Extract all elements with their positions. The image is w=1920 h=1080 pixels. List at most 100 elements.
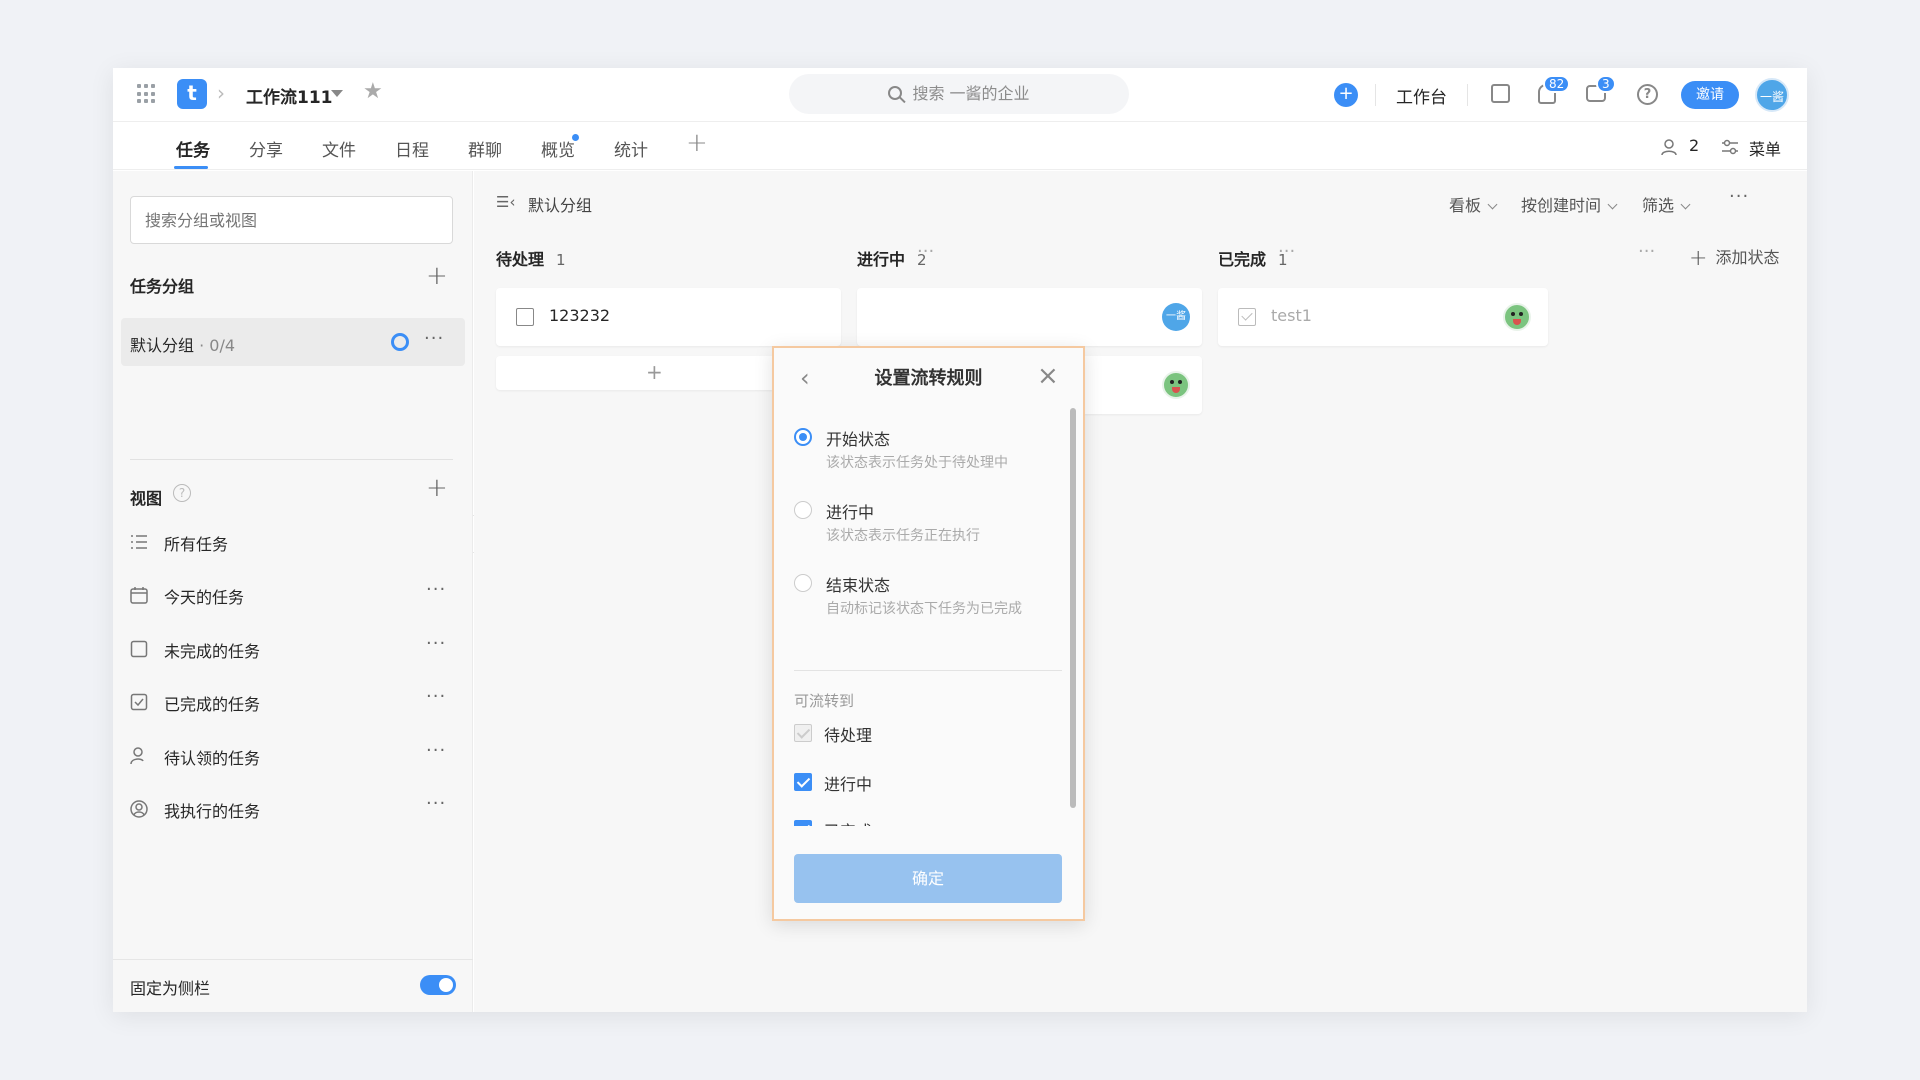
global-search[interactable]: 搜索 一酱的企业 bbox=[789, 74, 1129, 114]
view-label: 我执行的任务 bbox=[164, 802, 261, 821]
dialog-body: 开始状态 该状态表示任务处于待处理中 进行中 该状态表示任务正在执行 结束状态 … bbox=[774, 406, 1083, 826]
app-grid-icon[interactable] bbox=[137, 84, 157, 104]
tab-group-chat[interactable]: 群聊 bbox=[468, 136, 502, 161]
radio-end-state[interactable] bbox=[794, 574, 812, 592]
task-title: 123232 bbox=[549, 306, 611, 325]
task-title: test1 bbox=[1271, 306, 1312, 325]
app-window: t › 工作流111 ★ 搜索 一酱的企业 + 工作台 82 3 ? 邀请 一酱… bbox=[113, 68, 1807, 1012]
pin-sidebar-toggle[interactable] bbox=[420, 975, 456, 995]
menu-button[interactable]: 菜单 bbox=[1749, 136, 1781, 160]
members-count[interactable]: 2 bbox=[1689, 136, 1699, 155]
tab-files[interactable]: 文件 bbox=[322, 136, 356, 161]
task-card[interactable]: 123232 bbox=[496, 288, 841, 346]
default-group-count: · 0/4 bbox=[199, 336, 236, 355]
views-title: 视图 bbox=[130, 489, 163, 508]
app-logo[interactable]: t bbox=[177, 79, 207, 109]
filter-dropdown[interactable]: 筛选 bbox=[1642, 192, 1691, 216]
sidebar-item-finished-tasks[interactable]: 已完成的任务 ··· bbox=[130, 686, 460, 718]
tab-tasks[interactable]: 任务 bbox=[176, 136, 210, 161]
option-title[interactable]: 开始状态 bbox=[826, 426, 890, 450]
sidebar-item-all-tasks[interactable]: 所有任务 bbox=[130, 528, 460, 558]
user-avatar[interactable]: 一酱 bbox=[1755, 78, 1789, 112]
more-icon[interactable]: ··· bbox=[426, 793, 446, 814]
radio-start-state[interactable] bbox=[794, 428, 812, 446]
more-icon[interactable]: ··· bbox=[426, 633, 446, 654]
option-title[interactable]: 结束状态 bbox=[826, 572, 890, 596]
dialog-scrollbar[interactable] bbox=[1070, 408, 1076, 808]
transitions-title: 可流转到 bbox=[794, 692, 855, 710]
list-icon bbox=[131, 535, 147, 549]
add-status-button[interactable]: + 添加状态 bbox=[1689, 244, 1779, 271]
task-card[interactable]: 一酱 bbox=[857, 288, 1202, 346]
checked-square-icon bbox=[130, 693, 148, 711]
divider bbox=[1467, 84, 1468, 106]
view-label: 所有任务 bbox=[164, 535, 229, 554]
calendar-icon[interactable] bbox=[1491, 84, 1510, 103]
project-title[interactable]: 工作流111 bbox=[246, 83, 333, 108]
checkbox-transition-done[interactable] bbox=[794, 820, 812, 826]
sidebar-item-default-group[interactable]: 默认分组 · 0/4 ··· bbox=[121, 318, 465, 366]
option-desc: 该状态表示任务处于待处理中 bbox=[826, 455, 1008, 471]
caret-down-icon[interactable] bbox=[331, 90, 343, 97]
sidebar-item-today-tasks[interactable]: 今天的任务 ··· bbox=[130, 579, 460, 611]
task-checkbox-checked[interactable] bbox=[1238, 308, 1256, 326]
column-count: 2 bbox=[917, 251, 927, 269]
sort-dropdown[interactable]: 按创建时间 bbox=[1521, 192, 1618, 216]
board-area: ☰‹ 默认分组 看板 按创建时间 筛选 ··· 待处理 1 ··· 123232 … bbox=[474, 171, 1807, 1012]
column-header-done: 已完成 1 bbox=[1218, 246, 1288, 270]
workbench-link[interactable]: 工作台 bbox=[1396, 83, 1447, 108]
view-mode-dropdown[interactable]: 看板 bbox=[1449, 192, 1498, 216]
sidebar-item-my-tasks[interactable]: 我执行的任务 ··· bbox=[130, 793, 460, 825]
tab-statistics[interactable]: 统计 bbox=[614, 136, 648, 161]
checkbox-transition-todo bbox=[794, 724, 812, 742]
group-search-input[interactable] bbox=[130, 196, 453, 244]
column-count: 1 bbox=[1278, 251, 1288, 269]
collapse-list-icon[interactable]: ☰‹ bbox=[496, 193, 515, 211]
sort-label: 按创建时间 bbox=[1521, 196, 1602, 215]
star-icon[interactable]: ★ bbox=[363, 79, 383, 104]
default-group-label: 默认分组 bbox=[130, 336, 195, 355]
tab-overview[interactable]: 概览 bbox=[541, 136, 575, 161]
column-header-in-progress: 进行中 2 bbox=[857, 246, 927, 270]
members-icon[interactable] bbox=[1661, 138, 1679, 156]
add-tab-icon[interactable]: + bbox=[686, 128, 708, 158]
more-icon[interactable]: ··· bbox=[426, 579, 446, 600]
pin-sidebar-label: 固定为侧栏 bbox=[130, 979, 211, 998]
column-header-todo: 待处理 1 bbox=[496, 246, 566, 270]
transition-label[interactable]: 已完成 bbox=[824, 818, 872, 826]
search-placeholder: 搜索 一酱的企业 bbox=[912, 84, 1030, 103]
sidebar-item-unclaimed-tasks[interactable]: 待认领的任务 ··· bbox=[130, 740, 460, 772]
assignee-avatar bbox=[1162, 371, 1190, 399]
transition-label[interactable]: 进行中 bbox=[824, 771, 872, 795]
view-mode-label: 看板 bbox=[1449, 196, 1482, 215]
close-icon[interactable]: × bbox=[1037, 361, 1059, 391]
create-plus-icon[interactable]: + bbox=[1334, 83, 1358, 107]
add-group-icon[interactable]: + bbox=[426, 261, 448, 291]
more-icon[interactable]: ··· bbox=[426, 740, 446, 761]
radio-in-progress-state[interactable] bbox=[794, 501, 812, 519]
active-tab-indicator bbox=[174, 166, 208, 169]
help-icon[interactable]: ? bbox=[173, 484, 191, 502]
more-icon[interactable]: ··· bbox=[1729, 186, 1749, 207]
plus-icon: + bbox=[646, 360, 663, 384]
chevron-down-icon bbox=[1607, 199, 1618, 210]
tab-share[interactable]: 分享 bbox=[249, 136, 283, 161]
checkbox-transition-in-progress[interactable] bbox=[794, 773, 812, 791]
task-checkbox[interactable] bbox=[516, 308, 534, 326]
confirm-button[interactable]: 确定 bbox=[794, 854, 1062, 903]
view-label: 未完成的任务 bbox=[164, 642, 261, 661]
help-icon[interactable]: ? bbox=[1637, 84, 1658, 105]
sidebar-item-unfinished-tasks[interactable]: 未完成的任务 ··· bbox=[130, 633, 460, 665]
option-title[interactable]: 进行中 bbox=[826, 499, 874, 523]
more-icon[interactable]: ··· bbox=[426, 686, 446, 707]
sliders-icon[interactable] bbox=[1721, 138, 1739, 156]
assignee-avatar: 一酱 bbox=[1162, 303, 1190, 331]
task-card[interactable]: test1 bbox=[1218, 288, 1548, 346]
add-view-icon[interactable]: + bbox=[426, 473, 448, 503]
filter-label: 筛选 bbox=[1642, 196, 1675, 215]
tab-schedule[interactable]: 日程 bbox=[395, 136, 429, 161]
invite-button[interactable]: 邀请 bbox=[1681, 81, 1739, 109]
top-bar: t › 工作流111 ★ 搜索 一酱的企业 + 工作台 82 3 ? 邀请 一酱 bbox=[113, 68, 1807, 122]
column-more-icon[interactable]: ··· bbox=[1638, 241, 1655, 262]
more-icon[interactable]: ··· bbox=[424, 328, 444, 349]
